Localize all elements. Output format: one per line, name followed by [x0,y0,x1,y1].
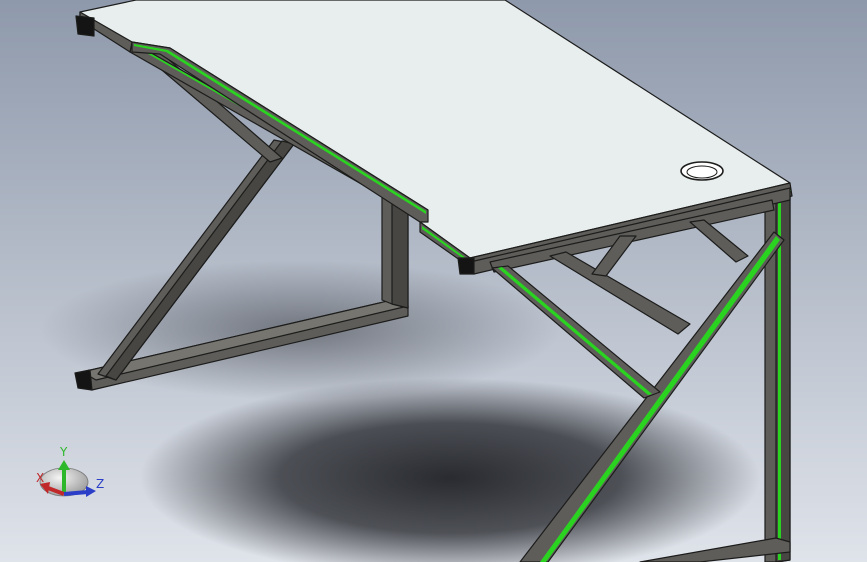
triad-z-label: Z [96,477,104,491]
triad-z-axis [63,490,89,496]
left-rear-post-face [391,201,409,309]
graphics-viewport[interactable]: Y X Z [0,0,867,562]
triad-x-label: X [36,471,44,485]
model-canvas[interactable]: Y X Z [0,0,867,562]
left-foot-cap [74,369,93,391]
front-right-corner-cap [457,257,475,275]
front-left-corner-block [75,15,95,37]
right-front-post-green [778,201,781,560]
triad-y-label: Y [59,445,68,459]
